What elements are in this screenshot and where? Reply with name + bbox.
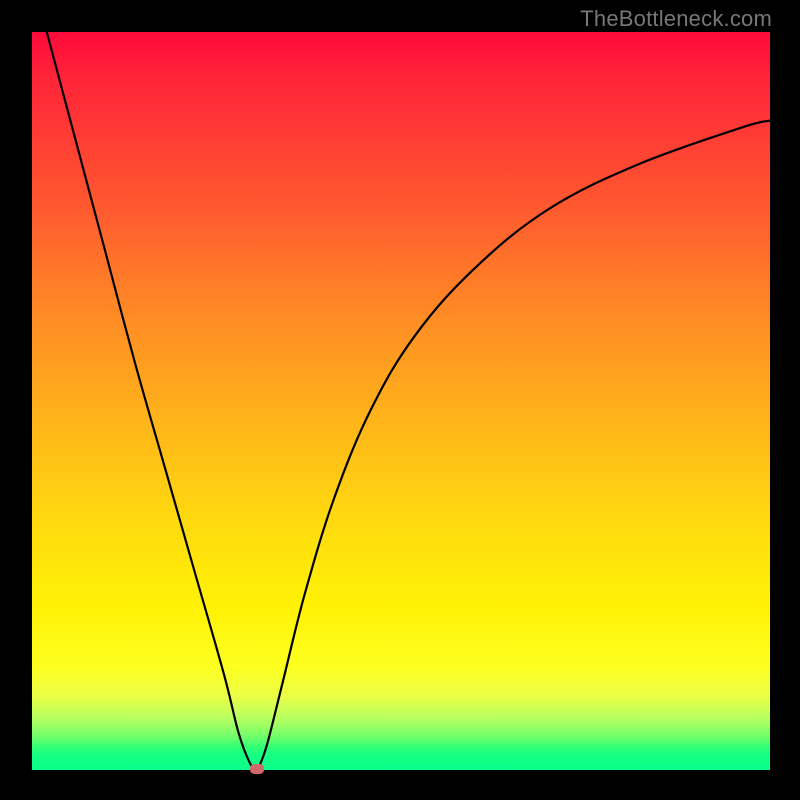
plot-area <box>32 32 770 770</box>
optimal-point-marker <box>250 764 264 774</box>
chart-frame: TheBottleneck.com <box>0 0 800 800</box>
bottleneck-curve <box>32 32 770 770</box>
watermark-label: TheBottleneck.com <box>580 6 772 32</box>
